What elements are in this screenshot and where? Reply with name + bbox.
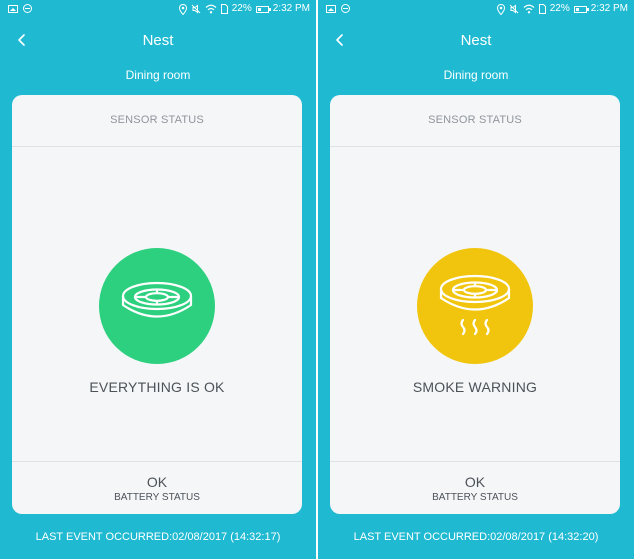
- app-bar: Nest: [318, 24, 634, 58]
- sensor-card: SENSOR STATUS EVERYTHING IS OK OK BATTER…: [12, 95, 302, 514]
- mute-icon: [509, 4, 519, 14]
- battery-status: OK BATTERY STATUS: [330, 461, 620, 514]
- battery-status-value: OK: [464, 474, 486, 490]
- page-title: Nest: [142, 32, 174, 49]
- battery-percent: 22%: [549, 3, 570, 14]
- status-indicator: [99, 248, 215, 364]
- phone-screen-ok: 22% 2:32 PM Nest Dining room SENSOR STAT…: [0, 0, 316, 559]
- smoke-detector-smoke-icon: [439, 274, 511, 336]
- location-icon: [178, 3, 187, 15]
- battery-status-label: BATTERY STATUS: [432, 492, 518, 503]
- phone-screen-warning: 22% 2:32 PM Nest Dining room SENSOR STAT…: [318, 0, 634, 559]
- sim-icon: [220, 4, 228, 14]
- app-bar: Nest: [0, 24, 316, 58]
- mute-icon: [191, 4, 201, 14]
- room-name: Dining room: [443, 68, 509, 82]
- do-not-disturb-icon: [23, 4, 32, 13]
- clock: 2:32 PM: [272, 3, 310, 14]
- last-event: LAST EVENT OCCURRED:02/08/2017 (14:32:20…: [353, 531, 599, 543]
- sensor-card: SENSOR STATUS SMOKE WARNING OK BATTERY S…: [330, 95, 620, 514]
- system-icons: 22% 2:32 PM: [496, 3, 628, 15]
- room-name: Dining room: [125, 68, 191, 82]
- notification-icons: [326, 4, 350, 13]
- status-bar: 22% 2:32 PM: [0, 0, 316, 18]
- smoke-detector-icon: [121, 281, 193, 318]
- section-title: SENSOR STATUS: [12, 95, 302, 147]
- gallery-icon: [8, 4, 18, 13]
- battery-status-label: BATTERY STATUS: [114, 492, 200, 503]
- section-title: SENSOR STATUS: [330, 95, 620, 147]
- status-bar: 22% 2:32 PM: [318, 0, 634, 18]
- last-event: LAST EVENT OCCURRED:02/08/2017 (14:32:17…: [35, 531, 281, 543]
- battery-icon: [255, 5, 271, 13]
- sim-icon: [538, 4, 546, 14]
- status-text: EVERYTHING IS OK: [89, 379, 225, 395]
- battery-icon: [573, 5, 589, 13]
- notification-icons: [8, 4, 32, 13]
- wifi-icon: [523, 4, 535, 14]
- do-not-disturb-icon: [341, 4, 350, 13]
- location-icon: [496, 3, 505, 15]
- gallery-icon: [326, 4, 336, 13]
- battery-percent: 22%: [231, 3, 252, 14]
- clock: 2:32 PM: [590, 3, 628, 14]
- page-title: Nest: [460, 32, 492, 49]
- system-icons: 22% 2:32 PM: [178, 3, 310, 15]
- wifi-icon: [205, 4, 217, 14]
- battery-status-value: OK: [146, 474, 168, 490]
- screenshot-canvas: 22% 2:32 PM Nest Dining room SENSOR STAT…: [0, 0, 634, 559]
- status-text: SMOKE WARNING: [412, 379, 538, 395]
- status-indicator: [417, 248, 533, 364]
- battery-status: OK BATTERY STATUS: [12, 461, 302, 514]
